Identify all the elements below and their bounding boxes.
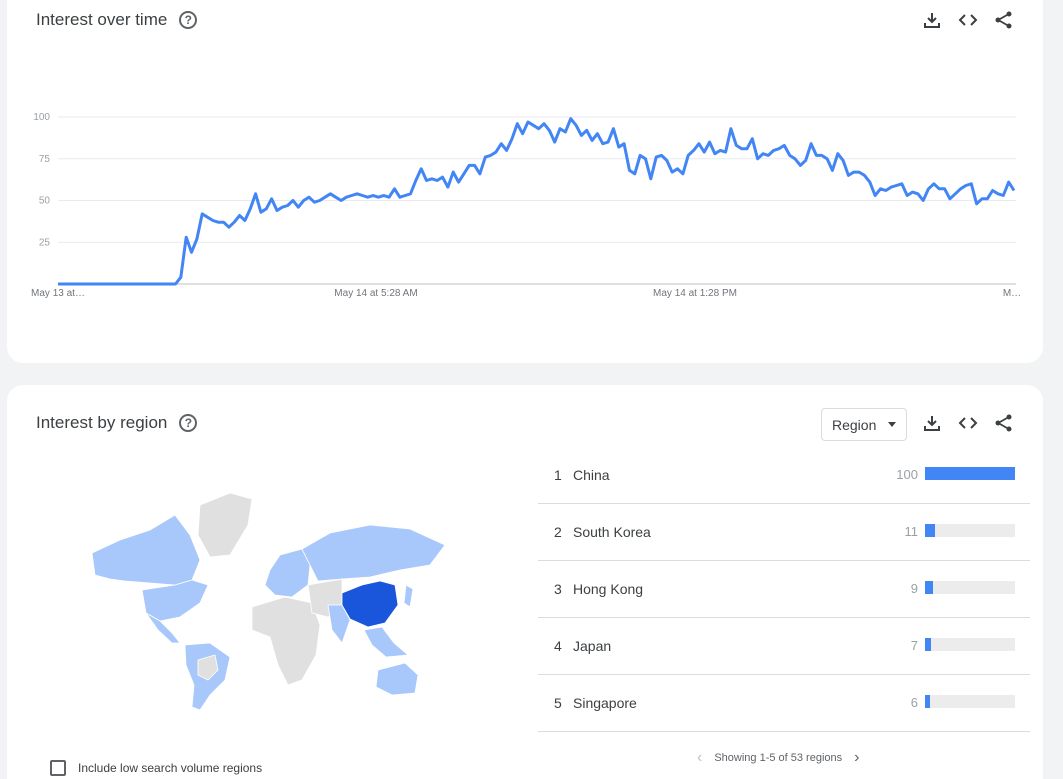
region-name[interactable]: Singapore (573, 695, 637, 711)
region-pager: ‹ Showing 1-5 of 53 regions › (697, 750, 859, 766)
low-volume-option[interactable]: Include low search volume regions (50, 760, 262, 776)
region-bar-fill (925, 638, 932, 651)
region-rank: 2 (554, 524, 562, 540)
region-name[interactable]: South Korea (573, 524, 651, 540)
map-region-australia[interactable] (375, 662, 419, 696)
y-tick-label: 75 (39, 154, 51, 165)
region-value: 9 (910, 581, 918, 596)
share-icon[interactable] (994, 413, 1014, 433)
region-bar-fill (925, 581, 934, 594)
region-bar-track (925, 467, 1015, 480)
help-circle-icon[interactable]: ? (179, 414, 198, 432)
region-name[interactable]: Japan (573, 638, 611, 654)
region-row[interactable]: 2 South Korea 11 (538, 504, 1030, 561)
region-row[interactable]: 4 Japan 7 (538, 618, 1030, 675)
x-tick-label: May 13 at… (31, 288, 85, 299)
region-rank: 3 (554, 581, 562, 597)
world-map[interactable] (80, 485, 450, 715)
next-page-icon[interactable]: › (854, 750, 859, 766)
map-region-africa[interactable] (251, 596, 321, 686)
region-rank: 4 (554, 638, 562, 654)
region-rank: 1 (554, 467, 562, 483)
interest-by-region-toolbar (922, 413, 1014, 433)
region-row[interactable]: 5 Singapore 6 (538, 675, 1030, 732)
region-row[interactable]: 3 Hong Kong 9 (538, 561, 1030, 618)
interest-by-region-title: Interest by region (36, 413, 168, 432)
region-select-value: Region (832, 416, 877, 433)
map-region-greenland[interactable] (197, 492, 253, 558)
region-name[interactable]: China (573, 467, 610, 483)
pager-text: Showing 1-5 of 53 regions (714, 752, 843, 764)
region-name[interactable]: Hong Kong (573, 581, 643, 597)
map-region-usa[interactable] (141, 579, 209, 622)
y-tick-label: 25 (39, 237, 51, 248)
map-region-canada[interactable] (91, 514, 201, 586)
region-rank: 5 (554, 695, 562, 711)
previous-page-icon[interactable]: ‹ (697, 750, 702, 766)
region-bar-track (925, 695, 1015, 708)
region-value: 100 (896, 467, 918, 482)
x-tick-label: May 14 at 5:28 AM (334, 288, 417, 299)
region-value: 11 (904, 524, 919, 539)
region-bar-track (925, 638, 1015, 651)
x-tick-label: May 14 at 1:28 PM (653, 288, 737, 299)
y-tick-label: 100 (33, 112, 50, 123)
low-volume-checkbox[interactable] (50, 760, 66, 776)
map-region-southeast-asia[interactable] (363, 626, 409, 658)
map-region-russia[interactable] (301, 524, 446, 582)
low-volume-label: Include low search volume regions (78, 761, 263, 775)
interest-by-region-header: Interest by region ? (36, 413, 198, 433)
region-value: 7 (910, 638, 918, 653)
map-region-europe[interactable] (264, 548, 311, 598)
embed-code-icon[interactable] (958, 413, 978, 433)
region-rank-list: 1 China 100 2 South Korea 11 3 Hong Kong 9 4 Japan… (538, 447, 1030, 732)
region-bar-fill (925, 524, 935, 537)
x-tick-label: M… (1003, 288, 1021, 299)
region-resolution-select[interactable]: Region (821, 408, 907, 441)
interest-over-time-chart[interactable]: 100 75 50 25 May 13 at… May 14 at 5:28 AM May … (0, 0, 1063, 330)
region-bar-track (925, 581, 1015, 594)
series-line[interactable] (58, 117, 1016, 286)
region-bar-track (925, 524, 1015, 537)
dropdown-caret-icon (888, 422, 896, 427)
download-icon[interactable] (922, 413, 942, 433)
region-value: 6 (910, 695, 918, 710)
region-bar-fill (925, 467, 1015, 480)
region-row[interactable]: 1 China 100 (538, 447, 1030, 504)
map-region-japan[interactable] (403, 584, 414, 608)
region-bar-fill (925, 695, 931, 708)
map-region-china[interactable] (341, 580, 399, 628)
y-tick-label: 50 (39, 196, 51, 207)
